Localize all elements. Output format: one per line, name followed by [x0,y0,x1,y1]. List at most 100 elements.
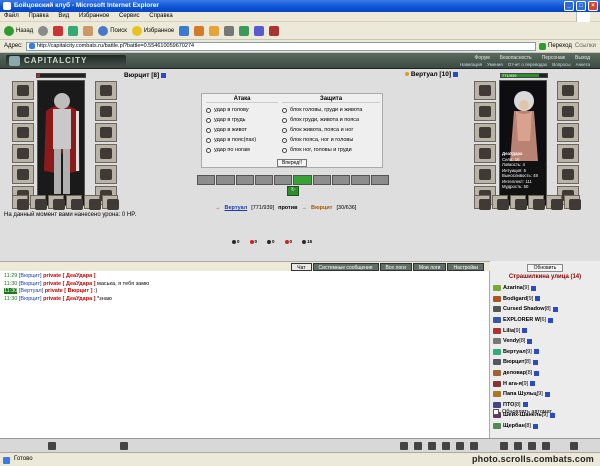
ring-slot[interactable] [102,195,119,210]
attack-option[interactable]: удар по ногам [206,145,278,155]
input-field-icon[interactable] [120,442,128,450]
equip-slot[interactable] [12,144,34,163]
tab-settings[interactable]: Настройки [447,263,484,271]
equip-slot[interactable] [474,81,496,100]
user-name[interactable]: ПТО [503,402,514,408]
ring-slot[interactable] [492,195,509,210]
ring-slot[interactable] [48,195,65,210]
user-list-item[interactable]: Н ага-я [9] [493,378,597,389]
search-button[interactable]: Поиск [98,25,127,37]
media-icon[interactable] [179,25,190,36]
nav-security[interactable]: Безопасность [500,55,532,61]
user-list-item[interactable]: Bodigard [9] [493,294,597,305]
attack-option[interactable]: удар в пояс(пах) [206,135,278,145]
user-name[interactable]: Lilia [503,328,514,334]
info-flag-icon[interactable] [453,71,458,77]
attack-option[interactable]: удар в грудь [206,115,278,125]
skill-icon[interactable] [351,175,370,185]
subnav-transfers[interactable]: Отчет о переводах [508,62,547,67]
skill-icon[interactable] [293,175,312,185]
address-input[interactable]: http://capitalcity.combats.ru/battle.pl?… [25,41,537,51]
go-button[interactable]: Переход [539,42,572,50]
radio-icon[interactable] [206,117,211,123]
auto-refresh-option[interactable]: Обновлять автомат. [493,409,553,415]
user-name[interactable]: Bodigard [503,296,527,302]
tool-icon[interactable] [456,442,464,450]
tab-my-logs[interactable]: Мои логи [412,263,447,271]
equip-slot[interactable] [95,123,117,142]
radio-icon[interactable] [282,127,287,133]
user-name[interactable]: Azarina [503,285,523,291]
attack-option[interactable]: удар в голову [206,105,278,115]
nav-forum[interactable]: Форум [475,55,490,61]
chat-nick[interactable]: [Вюрцит] [19,273,42,279]
user-list-item[interactable]: деловар [8] [493,368,597,379]
radio-icon[interactable] [282,147,287,153]
equip-slot[interactable] [474,102,496,121]
confirm-attack-button[interactable]: Вперед!! [277,159,307,167]
tool-icon[interactable] [428,442,436,450]
links-button[interactable]: Ссылки [575,43,596,49]
chat-nick[interactable]: [Вертуал] [19,288,43,294]
menu-help[interactable]: Справка [149,13,173,19]
skill-icon[interactable] [197,175,216,185]
subnav-navigation[interactable]: Навигация [460,62,482,67]
equip-slot[interactable] [95,102,117,121]
equip-slot[interactable] [12,123,34,142]
equip-slot[interactable] [557,123,579,142]
tool-icon[interactable] [400,442,408,450]
user-name[interactable]: Вертуал [503,349,526,355]
tab-chat[interactable]: Чат [291,263,312,271]
equip-slot[interactable] [557,81,579,100]
self-link[interactable]: Вюрцит [311,205,332,211]
equip-slot[interactable] [12,102,34,121]
defense-option[interactable]: блок головы, груди и живота [282,105,380,115]
defense-option[interactable]: блок ног, головы и груди [282,145,380,155]
user-name[interactable]: Вюрцит [503,359,524,365]
user-list-item[interactable]: Lilia [9] [493,325,597,336]
tab-system-messages[interactable]: Системные сообщения [312,263,379,271]
skill-icon[interactable] [235,175,254,185]
equip-slot[interactable] [95,81,117,100]
tab-all-logs[interactable]: Все логи [379,263,412,271]
ring-slot[interactable] [564,195,581,210]
menu-edit[interactable]: Правка [28,13,48,19]
info-flag-icon[interactable] [530,381,536,387]
radio-icon[interactable] [282,117,287,123]
maximize-button[interactable]: □ [576,1,586,11]
tool-icon[interactable] [414,442,422,450]
info-flag-icon[interactable] [161,72,167,78]
favorites-button[interactable]: Избранное [131,25,174,37]
user-list-item[interactable]: Вертуал [9] [493,347,597,358]
user-name[interactable]: Vendy [503,338,519,344]
tool-icon[interactable] [500,442,508,450]
ring-slot[interactable] [66,195,83,210]
nav-exit[interactable]: Выход [575,55,590,61]
player-right-portrait[interactable]: ДеаУдара Сила: 16 Ловкость: 4 Интуиция: … [499,80,547,206]
attack-option[interactable]: удар в живот [206,125,278,135]
refresh-icon[interactable] [68,25,79,36]
chat-log[interactable]: 11:29 [Вюрцит] private [ ДеаУдара ] 11:3… [0,271,490,438]
defense-option[interactable]: блок груди, живота и пояса [282,115,380,125]
edit-icon[interactable] [239,25,250,36]
close-button[interactable]: × [588,1,598,11]
info-flag-icon[interactable] [522,402,528,408]
opponent-link[interactable]: Вертуал [225,205,248,211]
equip-slot[interactable] [12,81,34,100]
skill-icon[interactable] [274,175,293,185]
user-name[interactable]: EXPLORER W [503,317,540,323]
info-flag-icon[interactable] [531,285,536,291]
user-name[interactable]: Н ага-я [503,381,522,387]
refresh-fight-icon[interactable]: ↻ [287,186,299,196]
defense-option[interactable]: блок пояса, ног и головы [282,135,380,145]
equip-slot[interactable] [95,144,117,163]
tool-icon[interactable] [470,442,478,450]
messenger-icon[interactable] [254,25,265,36]
ring-slot[interactable] [546,195,563,210]
stop-icon[interactable] [53,25,64,36]
info-flag-icon[interactable] [544,391,550,397]
radio-icon[interactable] [206,137,211,143]
info-flag-icon[interactable] [527,338,533,344]
equip-slot[interactable] [12,165,34,184]
skill-icon[interactable] [332,175,351,185]
